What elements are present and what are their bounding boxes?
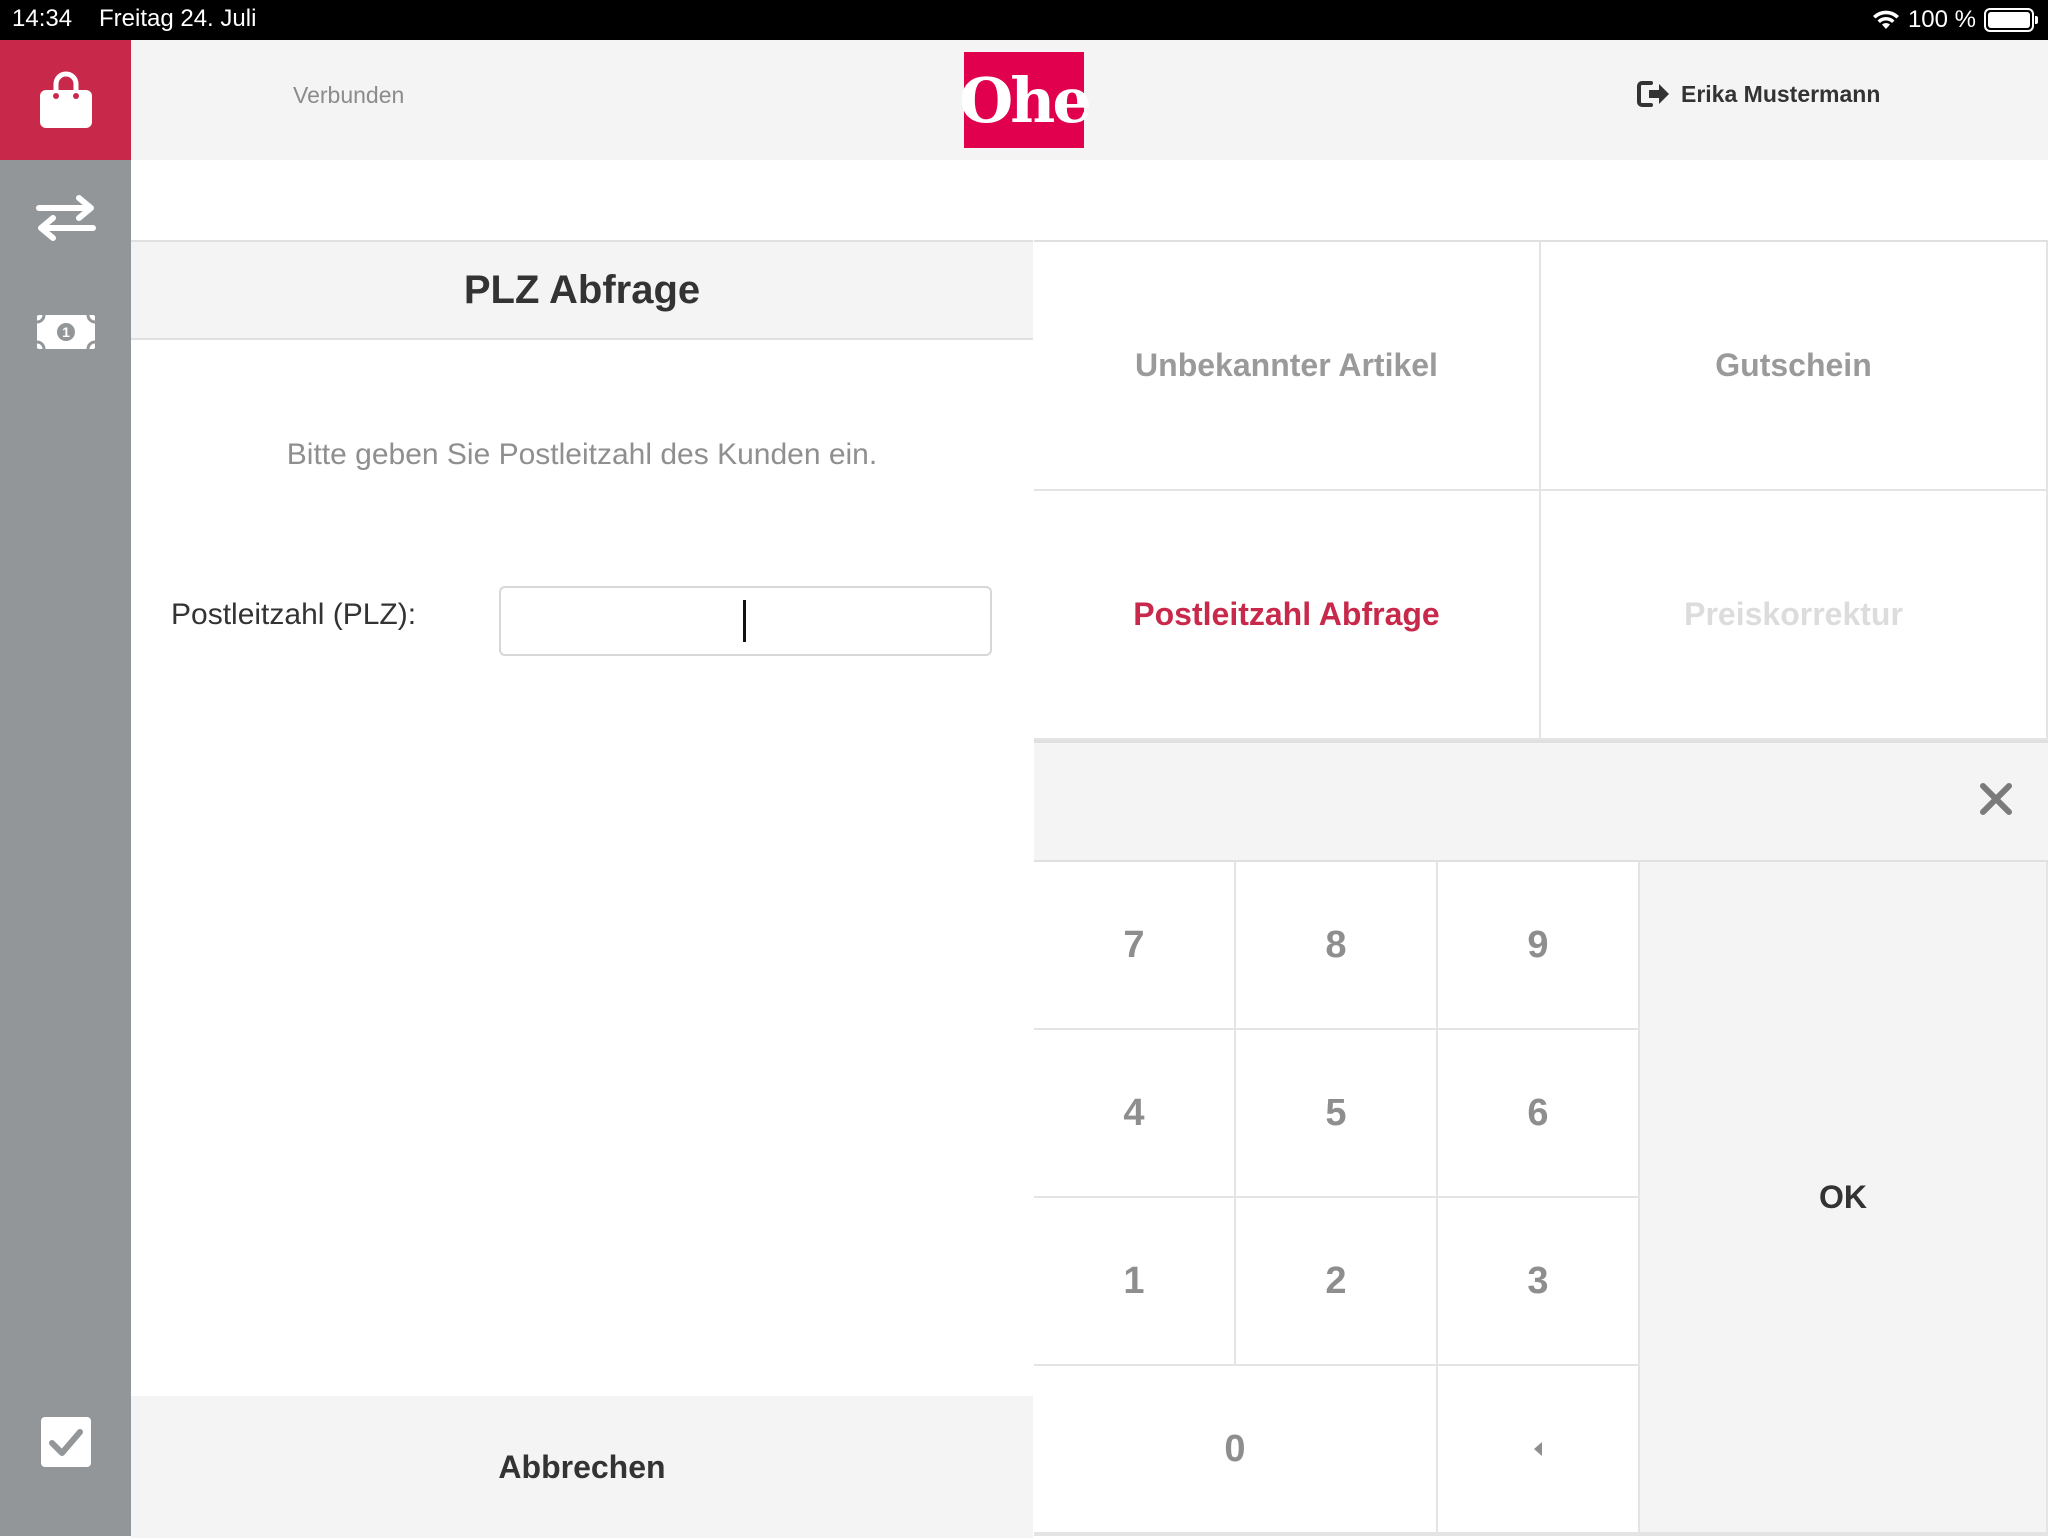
sidebar-item-transfer[interactable] — [0, 194, 131, 242]
status-date: Freitag 24. Juli — [99, 5, 257, 32]
status-bar: 14:34 Freitag 24. Juli 100 % — [0, 0, 2048, 40]
clear-button[interactable] — [1970, 773, 2022, 825]
plz-dialog: PLZ Abfrage Bitte geben Sie Postleitzahl… — [131, 240, 1033, 1538]
checkbox-icon — [40, 1417, 91, 1467]
ok-button[interactable]: OK — [1640, 862, 2046, 1532]
key-1[interactable]: 1 — [1034, 1198, 1234, 1364]
sidebar-item-sale[interactable] — [0, 40, 131, 160]
connection-status: Verbunden — [293, 82, 405, 108]
key-8[interactable]: 8 — [1236, 862, 1436, 1028]
logout-icon — [1637, 81, 1669, 107]
key-3[interactable]: 3 — [1438, 1198, 1638, 1364]
user-logout[interactable]: Erika Mustermann — [1637, 80, 1880, 108]
dialog-prompt: Bitte geben Sie Postleitzahl des Kunden … — [286, 438, 878, 471]
cash-icon: 1 — [36, 314, 95, 350]
status-time: 14:34 — [12, 5, 73, 32]
sidebar-item-confirm[interactable] — [0, 1416, 131, 1468]
shopping-bag-icon — [39, 71, 92, 128]
close-icon — [1980, 783, 2012, 815]
app-header: Verbunden Ohe Erika Mustermann — [131, 40, 2048, 160]
unknown-article-button[interactable]: Unbekannter Artikel — [1034, 242, 1539, 489]
text-cursor — [743, 600, 746, 642]
svg-text:1: 1 — [62, 324, 70, 340]
cancel-button[interactable]: Abbrechen — [131, 1396, 1033, 1538]
battery-percentage: 100 % — [1907, 6, 1976, 33]
sidebar: 1 — [0, 40, 131, 1536]
key-9[interactable]: 9 — [1438, 862, 1638, 1028]
sidebar-item-cash[interactable]: 1 — [0, 314, 131, 350]
user-name: Erika Mustermann — [1681, 80, 1881, 107]
dialog-title: PLZ Abfrage — [463, 267, 701, 312]
brand-logo-text: Ohe — [959, 63, 1092, 137]
dialog-title-bar: PLZ Abfrage — [131, 242, 1033, 340]
key-0[interactable]: 0 — [1034, 1366, 1436, 1532]
function-grid: Unbekannter Artikel Gutschein Postleitza… — [1034, 240, 2048, 740]
numpad-display — [1034, 740, 2048, 862]
status-right: 100 % — [1872, 4, 2038, 36]
key-7[interactable]: 7 — [1034, 862, 1234, 1028]
key-2[interactable]: 2 — [1236, 1198, 1436, 1364]
key-6[interactable]: 6 — [1438, 1030, 1638, 1196]
voucher-button[interactable]: Gutschein — [1541, 242, 2046, 489]
transfer-icon — [35, 195, 96, 241]
key-4[interactable]: 4 — [1034, 1030, 1234, 1196]
wifi-icon — [1872, 10, 1899, 29]
backspace-button[interactable] — [1438, 1366, 1638, 1532]
backspace-icon — [1534, 1442, 1542, 1456]
plz-label: Postleitzahl (PLZ): — [171, 598, 417, 631]
numpad: 7 8 9 OK 4 5 6 1 2 3 0 — [1034, 862, 2048, 1536]
battery-icon — [1984, 8, 2038, 32]
brand-logo: Ohe — [959, 52, 1092, 148]
key-5[interactable]: 5 — [1236, 1030, 1436, 1196]
price-correction-button: Preiskorrektur — [1541, 491, 2046, 738]
postal-code-query-button[interactable]: Postleitzahl Abfrage — [1034, 491, 1539, 738]
